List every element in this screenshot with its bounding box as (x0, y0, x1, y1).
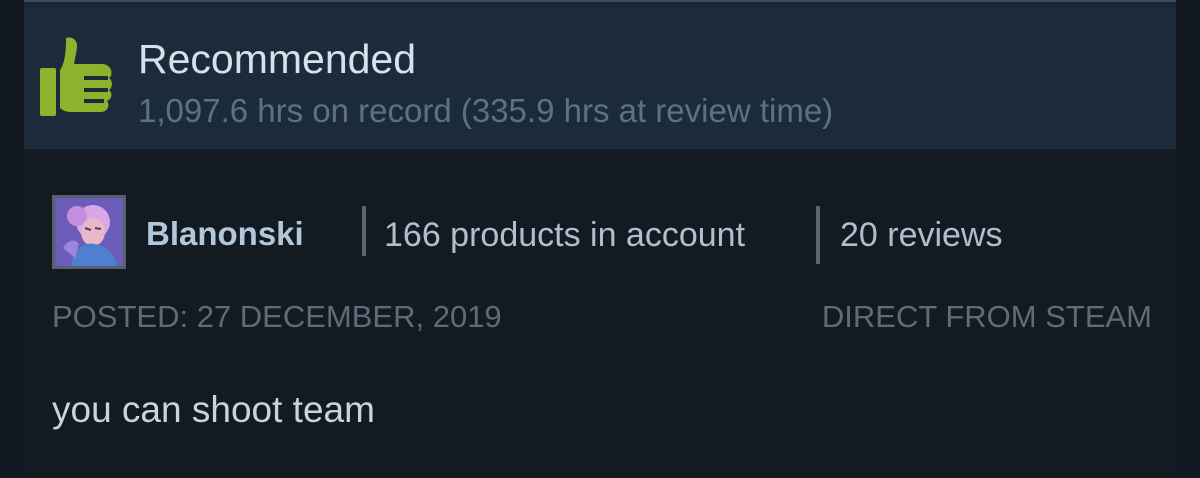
author-row: Blanonski 166 products in account 20 rev… (52, 195, 1152, 271)
author-name[interactable]: Blanonski (146, 215, 304, 253)
products-count[interactable]: 166 products in account (384, 215, 745, 255)
review-text: you can shoot team (52, 389, 375, 430)
recommendation-title: Recommended (138, 36, 417, 82)
review-header[interactable]: Recommended 1,097.6 hrs on record (335.9… (24, 8, 1176, 149)
divider (816, 206, 820, 264)
hours-on-record: 1,097.6 hrs on record (335.9 hrs at revi… (138, 92, 834, 129)
reviews-count[interactable]: 20 reviews (840, 215, 1003, 255)
page: Recommended 1,097.6 hrs on record (335.9… (0, 0, 1200, 478)
review-card: Recommended 1,097.6 hrs on record (335.9… (24, 8, 1176, 478)
avatar-image (55, 198, 123, 266)
review-source: DIRECT FROM STEAM (821, 299, 1152, 334)
previous-card-edge (24, 0, 1176, 8)
posted-date: POSTED: 27 DECEMBER, 2019 (52, 299, 502, 334)
thumbs-up-icon (40, 37, 112, 116)
divider (362, 206, 366, 256)
avatar[interactable] (52, 195, 126, 269)
